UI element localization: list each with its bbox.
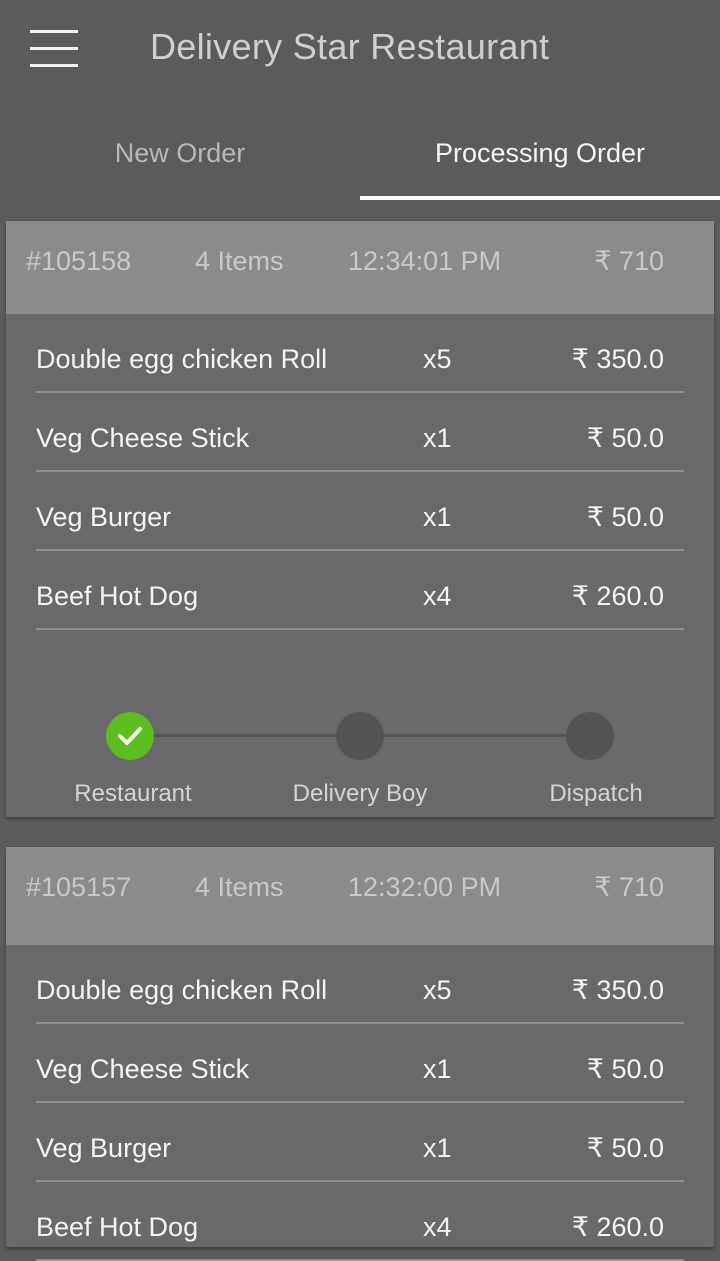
order-id: #105158 xyxy=(26,246,132,276)
item-name: Veg Cheese Stick xyxy=(36,1054,250,1084)
order-total: ₹ 710 xyxy=(594,246,664,276)
item-qty: x5 xyxy=(423,975,452,1005)
item-qty: x1 xyxy=(423,423,452,453)
item-qty: x5 xyxy=(423,344,452,374)
list-item: Beef Hot Dog x4 ₹ 260.0 xyxy=(36,1182,684,1261)
order-time: 12:32:00 PM xyxy=(348,872,502,902)
tab-processing-order[interactable]: Processing Order xyxy=(360,100,720,200)
item-price: ₹ 50.0 xyxy=(586,423,664,453)
tab-new-order[interactable]: New Order xyxy=(0,100,360,200)
item-price: ₹ 50.0 xyxy=(586,1133,664,1163)
menu-icon[interactable] xyxy=(30,30,78,68)
order-status-tracker: Restaurant Delivery Boy Dispatch xyxy=(6,630,714,817)
order-items-count: 4 Items xyxy=(195,246,284,276)
step-dispatch xyxy=(566,712,614,760)
step-label-dispatch: Dispatch xyxy=(549,780,643,807)
order-card[interactable]: #105157 4 Items 12:32:00 PM ₹ 710 Double… xyxy=(6,847,714,1261)
order-card[interactable]: #105158 4 Items 12:34:01 PM ₹ 710 Double… xyxy=(6,221,714,817)
item-qty: x1 xyxy=(423,1054,452,1084)
order-tabs: New Order Processing Order xyxy=(0,100,720,200)
item-price: ₹ 260.0 xyxy=(571,581,664,611)
order-time: 12:34:01 PM xyxy=(348,246,502,276)
item-name: Double egg chicken Roll xyxy=(36,975,328,1005)
list-item: Beef Hot Dog x4 ₹ 260.0 xyxy=(36,551,684,630)
list-item: Veg Burger x1 ₹ 50.0 xyxy=(36,472,684,551)
item-name: Veg Cheese Stick xyxy=(36,423,250,453)
item-name: Veg Burger xyxy=(36,502,172,532)
item-price: ₹ 350.0 xyxy=(571,344,664,374)
step-delivery-boy xyxy=(336,712,384,760)
step-restaurant-done xyxy=(106,712,154,760)
step-label-delivery-boy: Delivery Boy xyxy=(292,780,428,807)
list-item: Veg Burger x1 ₹ 50.0 xyxy=(36,1103,684,1182)
check-icon xyxy=(118,727,142,745)
item-name: Veg Burger xyxy=(36,1133,172,1163)
step-label-restaurant: Restaurant xyxy=(74,780,192,807)
tracker-line xyxy=(130,734,360,737)
order-total: ₹ 710 xyxy=(594,872,664,902)
order-items-count: 4 Items xyxy=(195,872,284,902)
item-qty: x1 xyxy=(423,502,452,532)
item-price: ₹ 350.0 xyxy=(571,975,664,1005)
order-header: #105158 4 Items 12:34:01 PM ₹ 710 xyxy=(6,221,714,314)
list-item: Veg Cheese Stick x1 ₹ 50.0 xyxy=(36,393,684,472)
order-items-list: Double egg chicken Roll x5 ₹ 350.0 Veg C… xyxy=(6,945,714,1261)
item-qty: x4 xyxy=(423,581,452,611)
item-price: ₹ 260.0 xyxy=(571,1212,664,1242)
item-qty: x1 xyxy=(423,1133,452,1163)
order-header: #105157 4 Items 12:32:00 PM ₹ 710 xyxy=(6,847,714,945)
order-items-list: Double egg chicken Roll x5 ₹ 350.0 Veg C… xyxy=(6,314,714,630)
order-id: #105157 xyxy=(26,872,132,902)
item-qty: x4 xyxy=(423,1212,452,1242)
app-bar: Delivery Star Restaurant xyxy=(0,0,720,100)
item-price: ₹ 50.0 xyxy=(586,1054,664,1084)
item-name: Beef Hot Dog xyxy=(36,581,199,611)
tracker-line xyxy=(360,734,590,737)
app-title: Delivery Star Restaurant xyxy=(150,26,550,67)
item-name: Beef Hot Dog xyxy=(36,1212,199,1242)
list-item: Veg Cheese Stick x1 ₹ 50.0 xyxy=(36,1024,684,1103)
list-item: Double egg chicken Roll x5 ₹ 350.0 xyxy=(36,945,684,1024)
item-name: Double egg chicken Roll xyxy=(36,344,328,374)
list-item: Double egg chicken Roll x5 ₹ 350.0 xyxy=(36,314,684,393)
item-price: ₹ 50.0 xyxy=(586,502,664,532)
